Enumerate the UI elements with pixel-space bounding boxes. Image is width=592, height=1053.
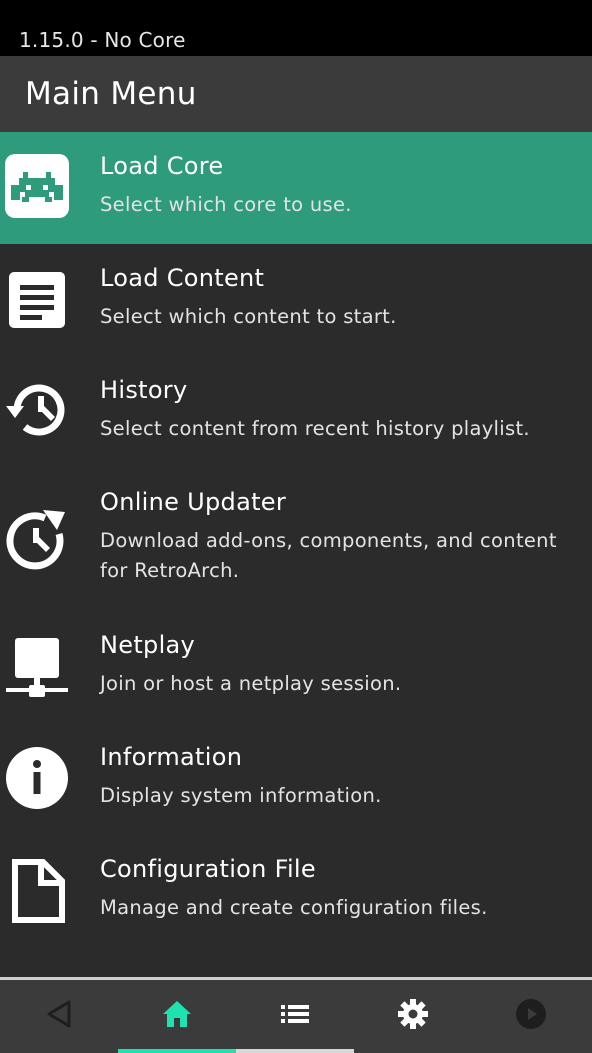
bottom-navigation	[0, 980, 592, 1053]
network-icon	[5, 637, 69, 701]
menu-item-description: Select content from recent history playl…	[100, 417, 530, 440]
menu-item-online-updater[interactable]: Online Updater Download add-ons, compone…	[0, 468, 592, 611]
back-icon	[47, 1000, 71, 1028]
menu-item-load-content[interactable]: Load Content Select which content to sta…	[0, 244, 592, 356]
page-title: Main Menu	[25, 76, 197, 112]
menu-item-information[interactable]: Information Display system information.	[0, 723, 592, 835]
play-icon	[516, 999, 546, 1029]
menu-item-label: Configuration File	[100, 855, 316, 883]
status-bar: 1.15.0 - No Core	[0, 0, 592, 56]
tab-settings[interactable]	[354, 980, 472, 1053]
info-icon	[5, 746, 69, 810]
menu-item-description: Select which content to start.	[100, 305, 397, 328]
menu-item-netplay[interactable]: Netplay Join or host a netplay session.	[0, 611, 592, 723]
menu-item-configuration-file[interactable]: Configuration File Manage and create con…	[0, 835, 592, 947]
tab-back[interactable]	[0, 980, 118, 1053]
home-icon	[163, 1001, 191, 1027]
tab-home[interactable]	[118, 980, 236, 1053]
app-header: Main Menu	[0, 56, 592, 132]
menu-item-history[interactable]: History Select content from recent histo…	[0, 356, 592, 468]
tab-indicator	[236, 1049, 354, 1053]
menu-item-description: Download add-ons, components, and conten…	[100, 529, 557, 582]
menu-item-description: Display system information.	[100, 784, 382, 807]
menu-item-label: Online Updater	[100, 488, 287, 516]
retroarch-logo-icon	[5, 154, 69, 218]
version-status-text: 1.15.0 - No Core	[19, 28, 186, 52]
document-icon	[5, 268, 69, 332]
menu-item-label: History	[100, 376, 188, 404]
menu-item-label: Netplay	[100, 631, 196, 659]
active-tab-indicator	[118, 1049, 236, 1053]
menu-item-description: Manage and create configuration files.	[100, 896, 488, 919]
menu-item-description: Select which core to use.	[100, 193, 352, 216]
settings-icon	[398, 999, 428, 1029]
update-icon	[5, 508, 69, 572]
history-icon	[5, 378, 69, 442]
playlist-icon	[281, 1005, 309, 1023]
menu-item-load-core[interactable]: Load Core Select which core to use.	[0, 132, 592, 244]
tab-run[interactable]	[472, 980, 590, 1053]
tab-playlists[interactable]	[236, 980, 354, 1053]
menu-item-label: Information	[100, 743, 243, 771]
menu-item-description: Join or host a netplay session.	[100, 672, 402, 695]
menu-item-label: Load Core	[100, 152, 224, 180]
menu-item-label: Load Content	[100, 264, 265, 292]
file-icon	[5, 859, 69, 923]
